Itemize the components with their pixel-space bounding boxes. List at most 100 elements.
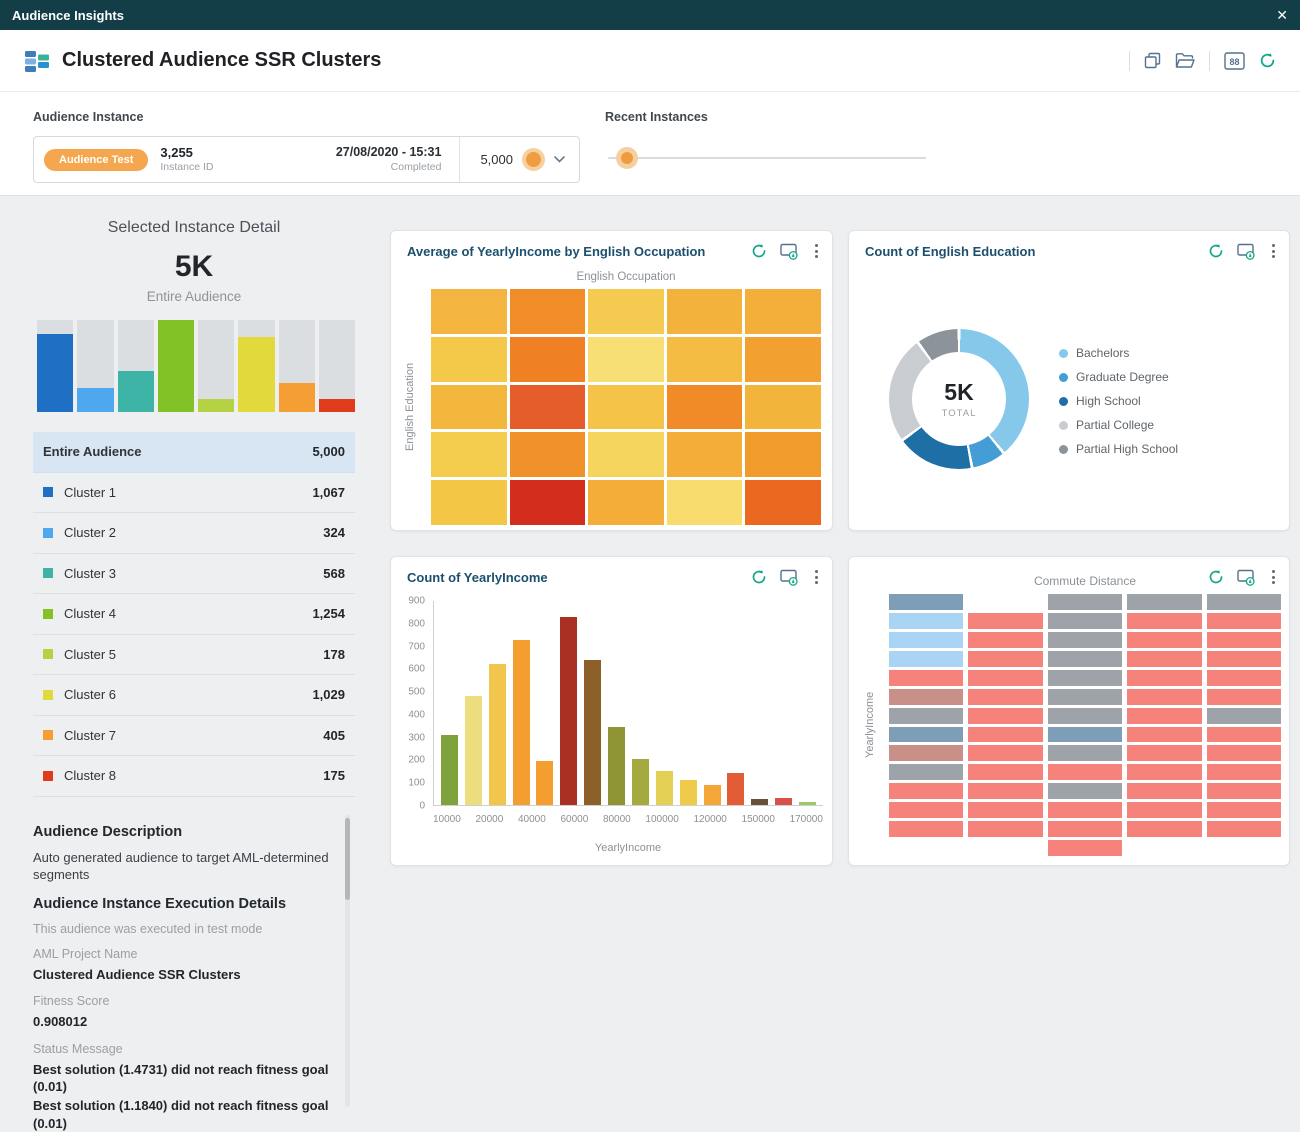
mosaic-cell[interactable] <box>889 613 963 629</box>
instance-count-select[interactable]: 5,000 <box>470 148 569 171</box>
mosaic-cell[interactable] <box>889 802 963 818</box>
mosaic-cell[interactable] <box>1207 651 1281 667</box>
heatmap-cell[interactable] <box>588 480 664 525</box>
legend-item[interactable]: Graduate Degree <box>1059 370 1178 384</box>
mosaic-cell[interactable] <box>968 689 1042 705</box>
heatmap-cell[interactable] <box>431 385 507 430</box>
instances-grid-icon[interactable]: 88 <box>1224 52 1245 70</box>
bar[interactable] <box>536 761 553 805</box>
mosaic-cell[interactable] <box>1048 613 1122 629</box>
export-icon[interactable] <box>780 569 798 586</box>
mosaic-cell[interactable] <box>1207 708 1281 724</box>
bar[interactable] <box>775 798 792 805</box>
cluster-row[interactable]: Cluster 3568 <box>33 554 355 595</box>
mosaic-cell[interactable] <box>968 802 1042 818</box>
slider-handle[interactable] <box>616 147 638 169</box>
chevron-down-icon[interactable] <box>554 156 565 163</box>
mosaic-cell[interactable] <box>1127 613 1201 629</box>
mosaic-cell[interactable] <box>1207 632 1281 648</box>
mosaic-cell[interactable] <box>889 689 963 705</box>
heatmap-cell[interactable] <box>588 432 664 477</box>
cluster-row[interactable]: Cluster 11,067 <box>33 473 355 514</box>
mosaic-cell[interactable] <box>1207 613 1281 629</box>
bar[interactable] <box>441 735 458 805</box>
slider-track[interactable] <box>608 157 926 159</box>
export-icon[interactable] <box>1237 243 1255 260</box>
heatmap-cell[interactable] <box>745 432 821 477</box>
mosaic-cell[interactable] <box>1207 745 1281 761</box>
mosaic-cell[interactable] <box>889 745 963 761</box>
mosaic-cell[interactable] <box>1048 802 1122 818</box>
mosaic-cell[interactable] <box>968 745 1042 761</box>
heatmap-cell[interactable] <box>667 289 743 334</box>
heatmap-cell[interactable] <box>510 385 586 430</box>
mosaic-cell[interactable] <box>1207 783 1281 799</box>
cluster-minibar-column[interactable] <box>198 320 234 412</box>
legend-item[interactable]: High School <box>1059 394 1178 408</box>
heatmap-cell[interactable] <box>745 385 821 430</box>
heatmap-cell[interactable] <box>745 480 821 525</box>
mosaic-cell[interactable] <box>968 651 1042 667</box>
cluster-minibar-column[interactable] <box>238 320 274 412</box>
mosaic-cell[interactable] <box>1048 651 1122 667</box>
legend-item[interactable]: Partial High School <box>1059 442 1178 456</box>
heatmap-cell[interactable] <box>588 337 664 382</box>
mosaic-cell[interactable] <box>968 764 1042 780</box>
cluster-minibar-column[interactable] <box>37 320 73 412</box>
bar[interactable] <box>704 785 721 805</box>
mosaic-cell[interactable] <box>1048 727 1122 743</box>
mosaic-cell[interactable] <box>968 708 1042 724</box>
kebab-menu-icon[interactable] <box>811 569 822 585</box>
bar[interactable] <box>632 759 649 805</box>
bar[interactable] <box>656 771 673 805</box>
mosaic-cell[interactable] <box>1048 708 1122 724</box>
mosaic-cell[interactable] <box>1127 594 1201 610</box>
audience-total-row[interactable]: Entire Audience5,000 <box>33 432 355 473</box>
mosaic-cell[interactable] <box>968 821 1042 837</box>
cluster-row[interactable]: Cluster 5178 <box>33 635 355 676</box>
heatmap-cell[interactable] <box>745 337 821 382</box>
mosaic-cell[interactable] <box>1048 821 1122 837</box>
heatmap-cell[interactable] <box>431 289 507 334</box>
mosaic-cell[interactable] <box>1207 670 1281 686</box>
mosaic-cell[interactable] <box>1207 594 1281 610</box>
mosaic-cell[interactable] <box>889 727 963 743</box>
bar[interactable] <box>513 640 530 805</box>
mosaic-cell[interactable] <box>1207 764 1281 780</box>
mosaic-cell[interactable] <box>1048 594 1122 610</box>
mosaic-cell[interactable] <box>968 613 1042 629</box>
open-folder-icon[interactable] <box>1175 52 1195 69</box>
cluster-minibar-column[interactable] <box>158 320 194 412</box>
mosaic-cell[interactable] <box>1207 821 1281 837</box>
refresh-icon[interactable] <box>751 569 767 585</box>
mosaic-cell[interactable] <box>889 783 963 799</box>
heatmap-cell[interactable] <box>510 432 586 477</box>
mosaic-cell[interactable] <box>968 783 1042 799</box>
bar[interactable] <box>751 799 768 805</box>
mosaic-cell[interactable] <box>1127 670 1201 686</box>
kebab-menu-icon[interactable] <box>811 243 822 259</box>
bar[interactable] <box>727 773 744 805</box>
mosaic-cell[interactable] <box>889 632 963 648</box>
mosaic-cell[interactable] <box>889 708 963 724</box>
bar[interactable] <box>799 802 816 805</box>
mosaic-cell[interactable] <box>1127 632 1201 648</box>
heatmap-cell[interactable] <box>667 385 743 430</box>
refresh-icon[interactable] <box>751 243 767 259</box>
mosaic-cell[interactable] <box>1127 764 1201 780</box>
mosaic-cell[interactable] <box>889 821 963 837</box>
bar[interactable] <box>584 660 601 805</box>
heatmap-cell[interactable] <box>510 480 586 525</box>
cluster-row[interactable]: Cluster 61,029 <box>33 675 355 716</box>
mosaic-cell[interactable] <box>1048 670 1122 686</box>
mosaic-cell[interactable] <box>889 594 963 610</box>
mosaic-cell[interactable] <box>889 764 963 780</box>
scrollbar-thumb[interactable] <box>345 818 350 900</box>
close-icon[interactable]: ✕ <box>1276 8 1288 22</box>
bar[interactable] <box>465 696 482 805</box>
mosaic-cell[interactable] <box>1127 651 1201 667</box>
heatmap-cell[interactable] <box>431 432 507 477</box>
bar[interactable] <box>608 727 625 805</box>
mosaic-cell[interactable] <box>1048 840 1122 856</box>
refresh-icon[interactable] <box>1208 243 1224 259</box>
